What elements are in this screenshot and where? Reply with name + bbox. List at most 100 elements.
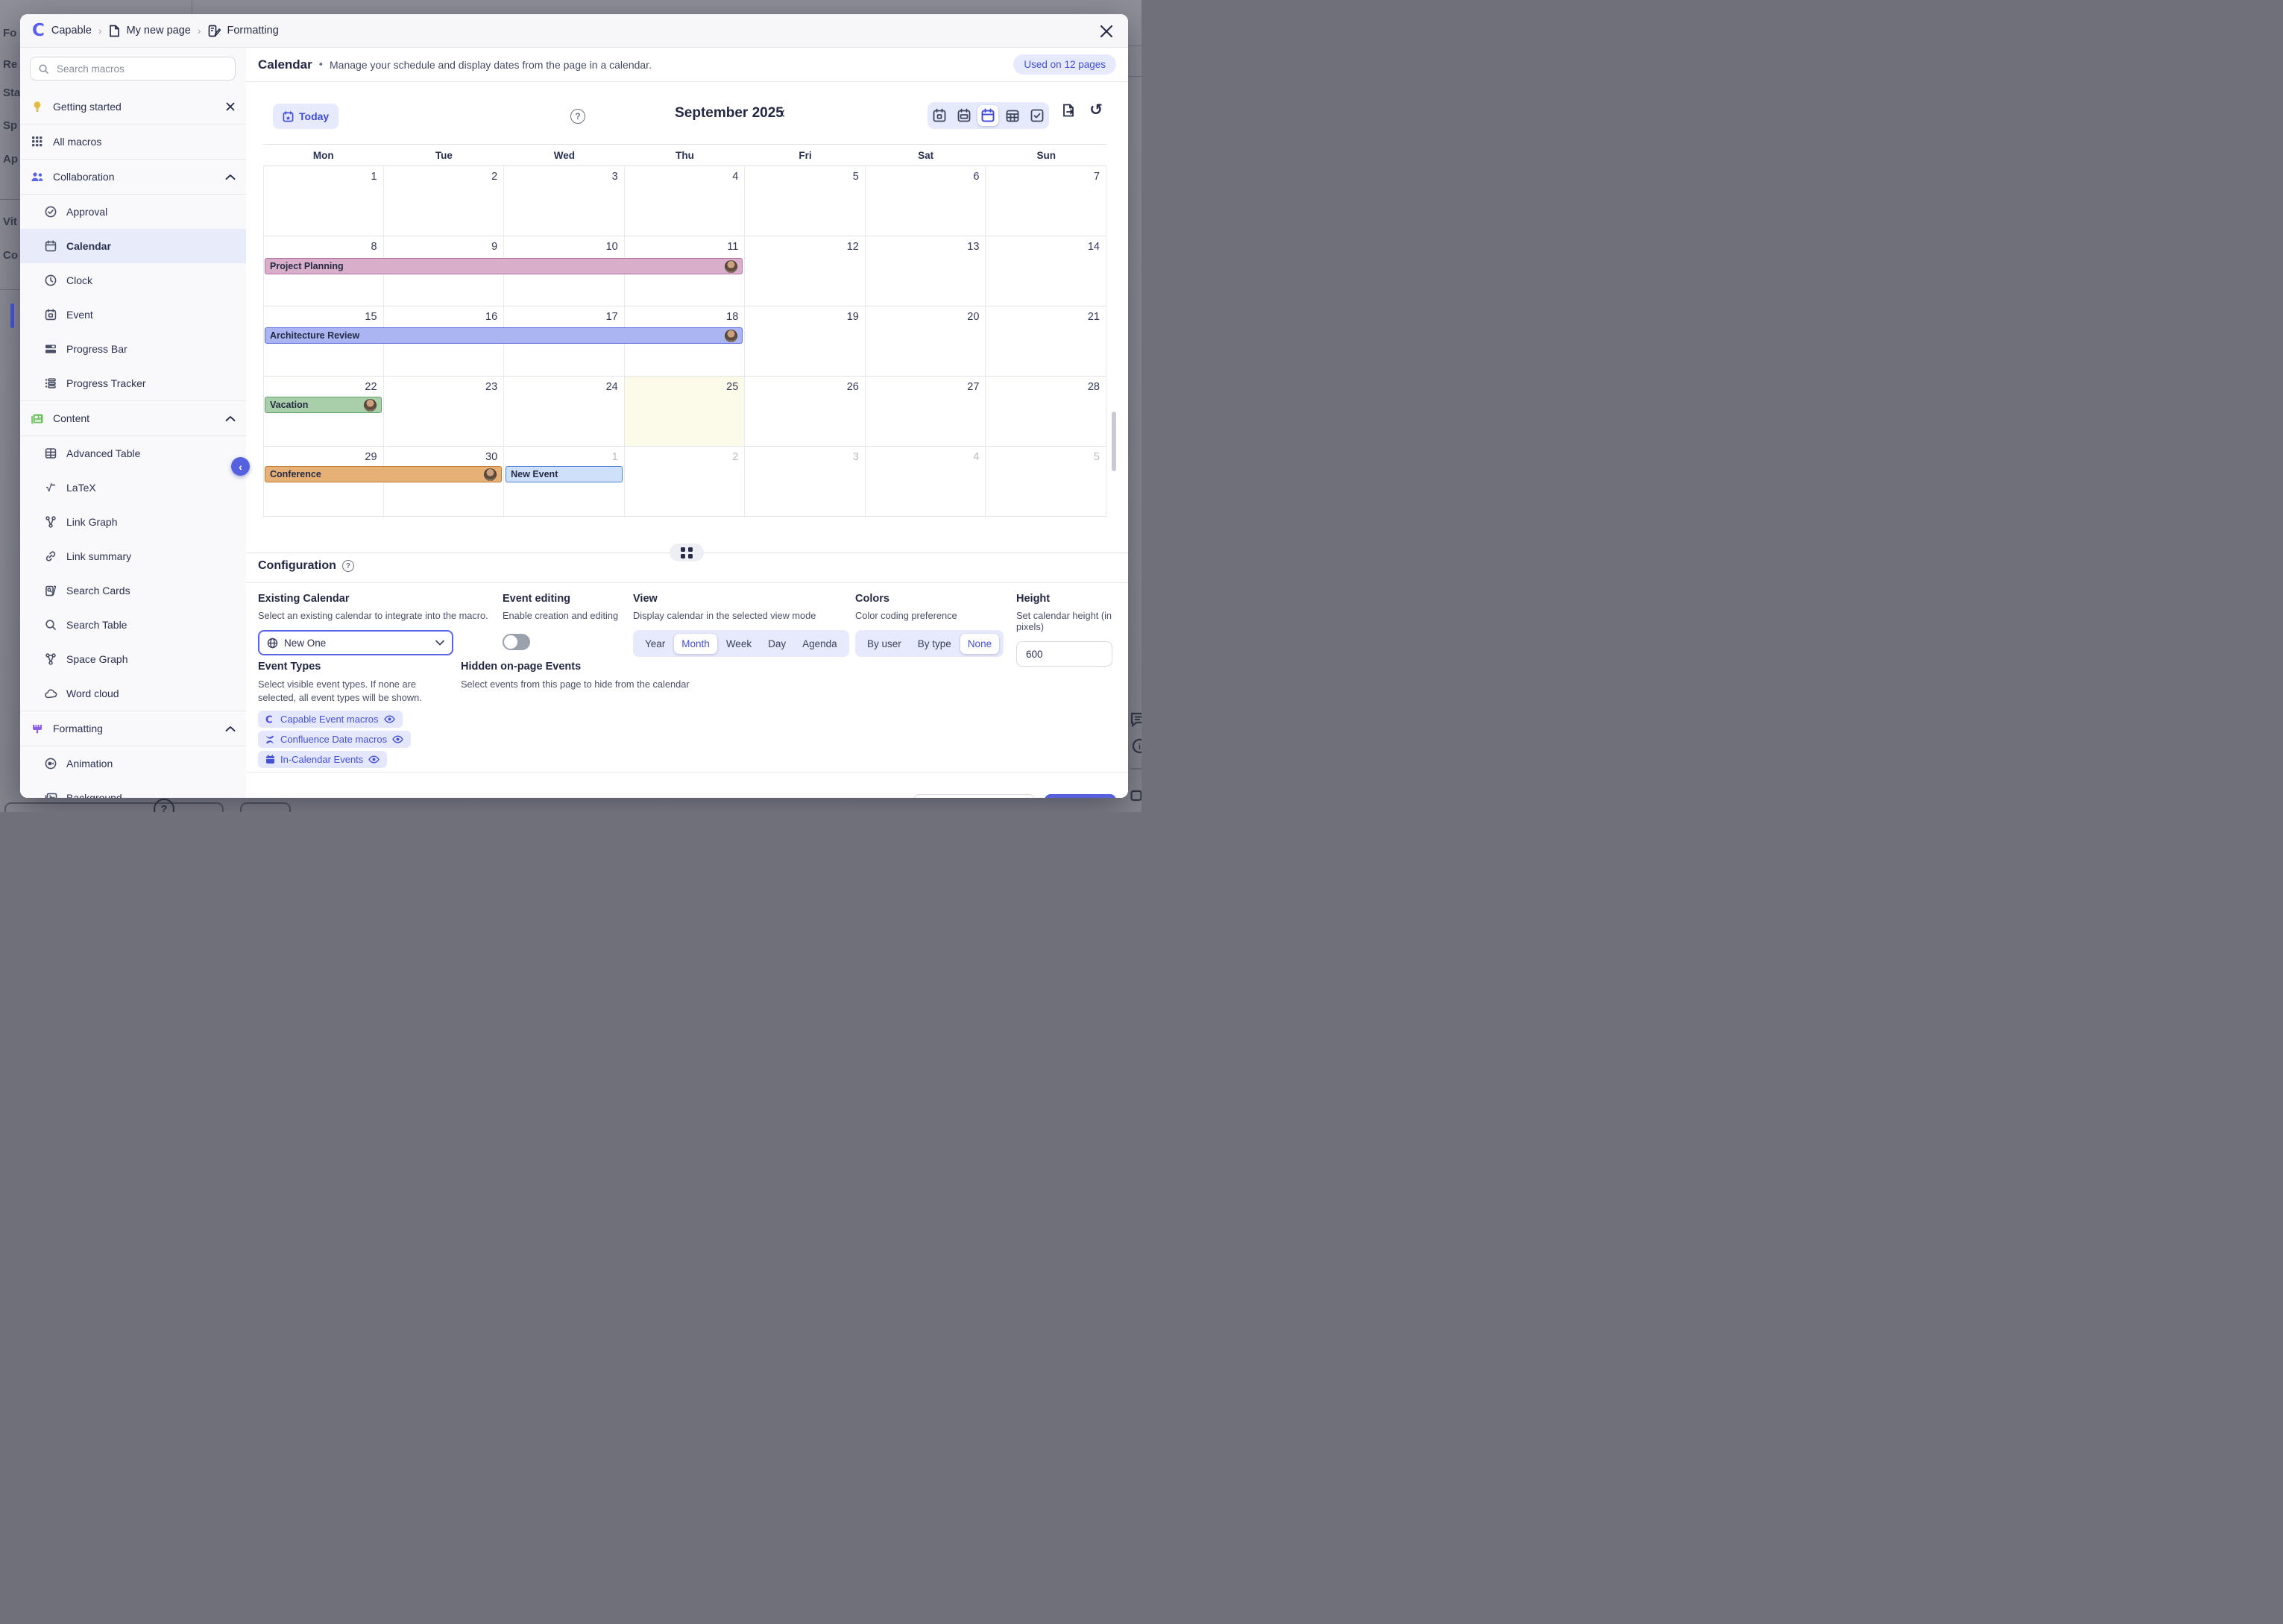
breadcrumb-page[interactable]: My new page bbox=[127, 25, 191, 37]
day-cell[interactable]: 2 bbox=[625, 447, 746, 516]
day-cell[interactable]: 19 bbox=[745, 306, 866, 376]
close-icon[interactable] bbox=[1098, 23, 1115, 40]
eye-icon[interactable] bbox=[368, 755, 380, 764]
chevron-up-icon[interactable] bbox=[225, 726, 236, 732]
calendar-event[interactable]: Vacation bbox=[265, 397, 382, 413]
brush-icon bbox=[31, 723, 44, 734]
calendar-scrollbar[interactable] bbox=[1112, 412, 1116, 471]
segment-option-week[interactable]: Week bbox=[719, 634, 759, 654]
segment-option-agenda[interactable]: Agenda bbox=[795, 634, 845, 654]
view-tasks-icon[interactable] bbox=[1027, 105, 1048, 126]
search-input[interactable] bbox=[55, 63, 227, 75]
breadcrumb-app[interactable]: Capable bbox=[51, 25, 92, 37]
sidebar-item-clock[interactable]: Clock bbox=[20, 263, 246, 298]
day-cell[interactable]: 3 bbox=[504, 166, 625, 236]
day-cell-today[interactable]: 25 bbox=[625, 377, 746, 446]
sidebar-item-label: Search Table bbox=[66, 619, 236, 631]
segment-option-by-type[interactable]: By type bbox=[910, 634, 959, 654]
sidebar-item-space-graph[interactable]: Space Graph bbox=[20, 642, 246, 676]
day-cell[interactable]: 26 bbox=[745, 377, 866, 446]
sidebar-collapse-button[interactable]: ‹ bbox=[231, 457, 250, 476]
height-input[interactable] bbox=[1016, 641, 1112, 667]
video-icon bbox=[1130, 789, 1142, 802]
sidebar-item-link-summary[interactable]: Link summary bbox=[20, 539, 246, 573]
day-cell[interactable]: 1 bbox=[263, 166, 384, 236]
sidebar-item-approval[interactable]: Approval bbox=[20, 195, 246, 229]
sidebar-item-animation[interactable]: Animation bbox=[20, 746, 246, 781]
sidebar-item-all-macros[interactable]: All macros bbox=[20, 125, 246, 159]
chevron-up-icon[interactable] bbox=[225, 174, 236, 180]
view-multi-icon[interactable] bbox=[954, 105, 974, 126]
eye-icon[interactable] bbox=[384, 715, 395, 723]
sidebar-item-background[interactable]: Background bbox=[20, 781, 246, 798]
sidebar-item-search-table[interactable]: Search Table bbox=[20, 608, 246, 642]
calendar-event[interactable]: Project Planning bbox=[265, 258, 743, 274]
event-type-pill-capable[interactable]: CCapable Event macros bbox=[258, 711, 403, 728]
calendar-event[interactable]: Conference bbox=[265, 466, 502, 482]
day-cell[interactable]: 4 bbox=[866, 447, 986, 516]
export-icon[interactable] bbox=[1059, 101, 1077, 119]
day-cell[interactable]: 28 bbox=[986, 377, 1106, 446]
sidebar-item-latex[interactable]: √LaTeX bbox=[20, 470, 246, 505]
macro-search[interactable] bbox=[30, 57, 236, 81]
date-number: 2 bbox=[491, 171, 497, 183]
today-button[interactable]: Today bbox=[273, 104, 338, 129]
view-grid-icon[interactable] bbox=[1002, 105, 1023, 126]
placement-select[interactable]: Bottom of the page ⇕ bbox=[913, 794, 1035, 798]
chevron-up-icon[interactable] bbox=[225, 415, 236, 422]
calendar-event[interactable]: Architecture Review bbox=[265, 327, 743, 344]
segment-option-none[interactable]: None bbox=[960, 634, 999, 654]
sidebar-item-word-cloud[interactable]: Word cloud bbox=[20, 676, 246, 711]
sidebar-item-formatting[interactable]: Formatting bbox=[20, 711, 246, 746]
resize-handle-icon[interactable] bbox=[670, 544, 704, 561]
field-label: Height bbox=[1016, 593, 1128, 605]
sidebar-item-calendar[interactable]: Calendar bbox=[20, 229, 246, 263]
breadcrumb-section[interactable]: Formatting bbox=[227, 25, 279, 37]
date-number: 19 bbox=[847, 311, 859, 323]
day-cell[interactable]: 23 bbox=[384, 377, 505, 446]
segment-option-by-user[interactable]: By user bbox=[860, 634, 909, 654]
view-month-icon[interactable] bbox=[977, 105, 998, 126]
calendar-event[interactable]: New Event bbox=[506, 466, 623, 482]
day-cell[interactable]: 5 bbox=[986, 447, 1106, 516]
view-day-icon[interactable] bbox=[929, 105, 950, 126]
day-cell[interactable]: 24 bbox=[504, 377, 625, 446]
day-cell[interactable]: 2 bbox=[384, 166, 505, 236]
close-icon[interactable] bbox=[225, 101, 236, 112]
day-cell[interactable]: 6 bbox=[866, 166, 986, 236]
event-editing-toggle[interactable] bbox=[503, 634, 530, 650]
table-icon bbox=[44, 447, 57, 459]
day-cell[interactable]: 4 bbox=[625, 166, 746, 236]
sidebar-item-progress-bar[interactable]: Progress Bar bbox=[20, 332, 246, 366]
configuration-help-icon[interactable]: ? bbox=[342, 560, 354, 572]
day-cell[interactable]: 12 bbox=[745, 236, 866, 306]
day-cell[interactable]: 13 bbox=[866, 236, 986, 306]
event-type-pill-confluence[interactable]: Confluence Date macros bbox=[258, 731, 411, 748]
sidebar-item-content[interactable]: Content bbox=[20, 401, 246, 435]
day-cell[interactable]: 27 bbox=[866, 377, 986, 446]
sidebar-item-getting-started[interactable]: Getting started bbox=[20, 89, 246, 124]
insert-button[interactable]: Insert → bbox=[1045, 794, 1116, 798]
day-cell[interactable]: 21 bbox=[986, 306, 1106, 376]
day-cell[interactable]: 7 bbox=[986, 166, 1106, 236]
sidebar-item-search-cards[interactable]: Search Cards bbox=[20, 573, 246, 608]
day-cell[interactable]: 5 bbox=[745, 166, 866, 236]
sidebar-item-event[interactable]: Event bbox=[20, 298, 246, 332]
background-selection-bar bbox=[10, 303, 14, 328]
eye-icon[interactable] bbox=[392, 735, 403, 743]
reset-icon[interactable]: ↺ bbox=[1087, 101, 1105, 119]
sidebar-item-collaboration[interactable]: Collaboration bbox=[20, 160, 246, 194]
segment-option-day[interactable]: Day bbox=[761, 634, 793, 654]
event-type-pill-mini-calendar[interactable]: In-Calendar Events bbox=[258, 751, 387, 768]
segment-option-month[interactable]: Month bbox=[674, 634, 717, 654]
day-cell[interactable]: 20 bbox=[866, 306, 986, 376]
day-cell[interactable]: 14 bbox=[986, 236, 1106, 306]
day-cell[interactable]: 3 bbox=[745, 447, 866, 516]
existing-calendar-select[interactable]: New One bbox=[258, 630, 453, 655]
sidebar-item-progress-tracker[interactable]: Progress Tracker bbox=[20, 366, 246, 400]
macro-title: Calendar bbox=[258, 57, 312, 72]
sidebar-item-advanced-table[interactable]: Advanced Table bbox=[20, 436, 246, 470]
progress-tracker-icon bbox=[44, 378, 57, 388]
segment-option-year[interactable]: Year bbox=[637, 634, 673, 654]
sidebar-item-link-graph[interactable]: Link Graph bbox=[20, 505, 246, 539]
